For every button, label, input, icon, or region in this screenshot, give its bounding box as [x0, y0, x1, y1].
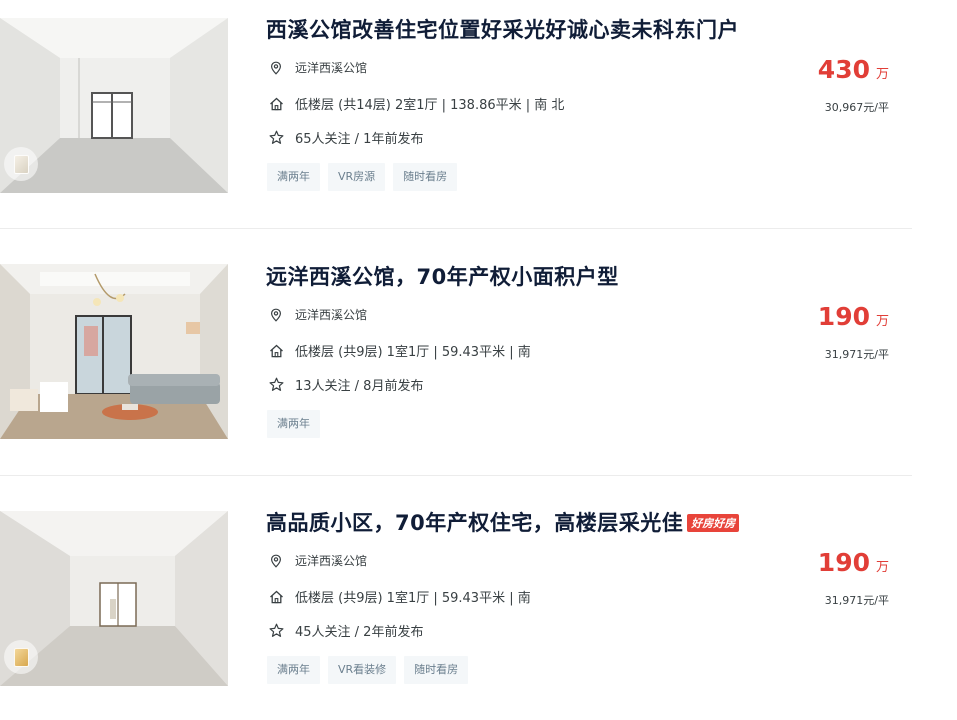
total-price: 430 万 [817, 55, 889, 84]
tag-list: 满两年 [267, 410, 320, 438]
price-block: 190 万 31,971元/平 [818, 548, 889, 608]
room-photo-living-room [0, 264, 228, 439]
listing-photo[interactable] [0, 511, 228, 686]
tag: VR看装修 [328, 656, 397, 684]
divider [0, 228, 912, 229]
listing-card: 西溪公馆改善住宅位置好采光好诚心卖未科东门户 远洋西溪公馆 低楼层 (共14层)… [0, 0, 957, 200]
tag: VR房源 [328, 163, 386, 191]
house-info-text: 低楼层 (共14层) 2室1厅 | 138.86平米 | 南 北 [295, 98, 565, 113]
total-price: 190 万 [817, 548, 889, 577]
listing-title[interactable]: 西溪公馆改善住宅位置好采光好诚心卖未科东门户 [266, 14, 739, 44]
listing-title[interactable]: 远洋西溪公馆，70年产权小面积户型 [266, 261, 619, 291]
unit-price: 31,971元/平 [824, 348, 889, 361]
listing-title[interactable]: 高品质小区，70年产权住宅，高楼层采光佳 好房好房 [266, 507, 740, 537]
follow-info-text: 65人关注 / 1年前发布 [295, 132, 424, 147]
unit-price: 30,967元/平 [824, 101, 889, 114]
location-pin-icon [268, 307, 284, 323]
listing-photo[interactable] [0, 18, 228, 193]
listing-card: 远洋西溪公馆，70年产权小面积户型 远洋西溪公馆 低楼层 (共9层) 1室1厅 … [0, 247, 957, 447]
star-icon [268, 623, 284, 639]
house-info-row: 低楼层 (共9层) 1室1厅 | 59.43平米 | 南 [268, 341, 531, 360]
community-link[interactable]: 远洋西溪公馆 [295, 552, 367, 569]
tag: 随时看房 [393, 163, 458, 191]
tag: 满两年 [267, 163, 320, 191]
tag-list: 满两年 VR房源 随时看房 [267, 163, 458, 191]
tag: 随时看房 [404, 656, 469, 684]
community-link[interactable]: 远洋西溪公馆 [295, 59, 367, 76]
listing-list: 西溪公馆改善住宅位置好采光好诚心卖未科东门户 远洋西溪公馆 低楼层 (共14层)… [0, 0, 957, 720]
follow-info-row: 13人关注 / 8月前发布 [268, 375, 423, 394]
listing-photo[interactable] [0, 264, 228, 439]
unit-price: 31,971元/平 [824, 594, 889, 607]
house-info-text: 低楼层 (共9层) 1室1厅 | 59.43平米 | 南 [295, 591, 531, 606]
vr-cube-icon [4, 147, 38, 181]
divider [0, 475, 912, 476]
total-price: 190 万 [817, 302, 889, 331]
vr-cube-icon [4, 640, 38, 674]
tag: 满两年 [267, 656, 320, 684]
follow-info-text: 45人关注 / 2年前发布 [295, 625, 424, 640]
star-icon [268, 377, 284, 393]
house-icon [268, 343, 284, 359]
house-info-row: 低楼层 (共14层) 2室1厅 | 138.86平米 | 南 北 [268, 94, 564, 113]
community-link[interactable]: 远洋西溪公馆 [295, 306, 367, 323]
listing-card: 高品质小区，70年产权住宅，高楼层采光佳 好房好房 远洋西溪公馆 低楼层 (共9层… [0, 493, 957, 693]
tag-list: 满两年 VR看装修 随时看房 [267, 656, 469, 684]
house-icon [268, 589, 284, 605]
hot-house-badge: 好房好房 [687, 514, 740, 532]
location-pin-icon [268, 60, 284, 76]
community-row: 远洋西溪公馆 [268, 59, 367, 76]
house-icon [268, 96, 284, 112]
follow-info-text: 13人关注 / 8月前发布 [295, 379, 424, 394]
star-icon [268, 130, 284, 146]
community-row: 远洋西溪公馆 [268, 552, 367, 569]
price-block: 190 万 31,971元/平 [818, 302, 889, 362]
tag: 满两年 [267, 410, 320, 438]
follow-info-row: 65人关注 / 1年前发布 [268, 128, 423, 147]
house-info-text: 低楼层 (共9层) 1室1厅 | 59.43平米 | 南 [295, 345, 531, 360]
location-pin-icon [268, 553, 284, 569]
house-info-row: 低楼层 (共9层) 1室1厅 | 59.43平米 | 南 [268, 587, 531, 606]
follow-info-row: 45人关注 / 2年前发布 [268, 621, 423, 640]
price-block: 430 万 30,967元/平 [818, 55, 889, 115]
community-row: 远洋西溪公馆 [268, 306, 367, 323]
